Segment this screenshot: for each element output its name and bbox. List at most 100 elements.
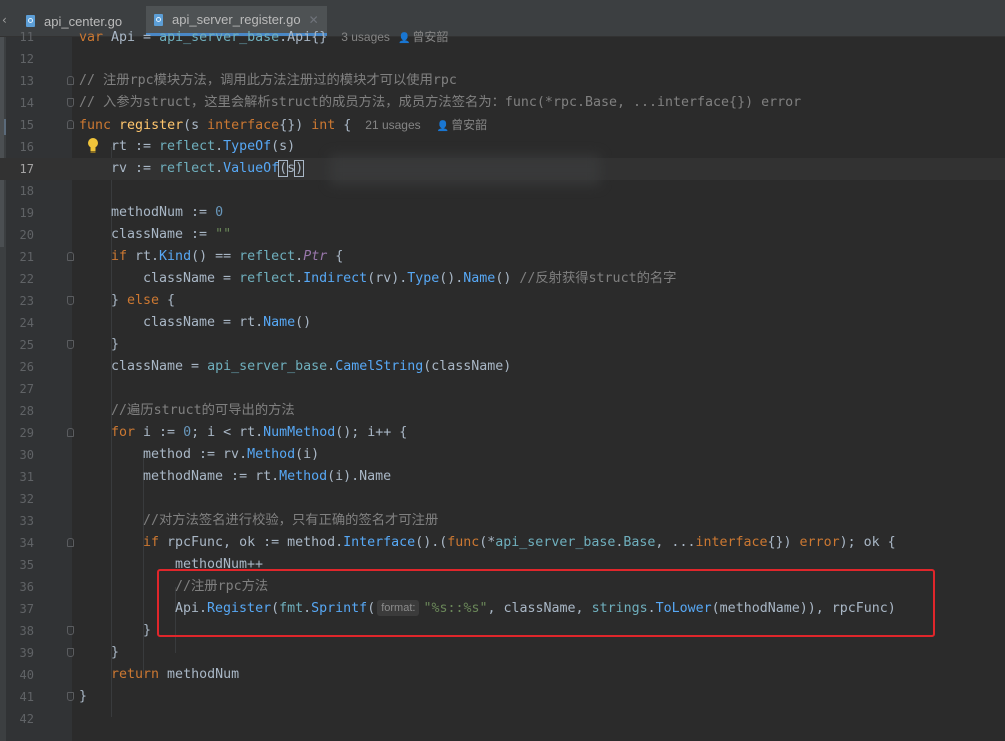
code-line[interactable]: 26 className = api_server_base.CamelStri… — [0, 356, 1005, 378]
code-text: methodName := rt.Method(i).Name — [143, 469, 392, 484]
fold-marker-icon[interactable] — [67, 340, 74, 349]
line-number: 30 — [19, 448, 34, 462]
line-number: 23 — [19, 294, 34, 308]
line-number: 42 — [19, 712, 34, 726]
code-line[interactable]: 27 — [0, 378, 1005, 400]
code-line[interactable]: 32 — [0, 488, 1005, 510]
code-editor[interactable]: 11 var Api = api_server_base.Api{} 3 usag… — [0, 30, 1005, 741]
code-comment: // 入参为struct，这里会解析struct的成员方法，成员方法签名为：fu… — [79, 95, 802, 110]
code-text: return methodNum — [111, 667, 240, 682]
line-number: 13 — [19, 74, 34, 88]
code-text: func register(s interface{}) int {21 usa… — [79, 118, 488, 133]
author-hint: 曾安韶 — [451, 118, 488, 132]
code-line[interactable]: 21 if rt.Kind() == reflect.Ptr { — [0, 246, 1005, 268]
code-line[interactable]: 36 //注册rpc方法 — [0, 576, 1005, 598]
code-line[interactable]: 30 method := rv.Method(i) — [0, 444, 1005, 466]
line-number: 33 — [19, 514, 34, 528]
code-text: } — [79, 689, 88, 704]
usages-hint: 3 usages — [341, 30, 390, 44]
code-line[interactable]: 18 — [0, 180, 1005, 202]
line-number: 31 — [19, 470, 34, 484]
fold-marker-icon[interactable] — [67, 626, 74, 635]
line-number: 19 — [19, 206, 34, 220]
fold-marker-icon[interactable] — [67, 428, 74, 437]
code-line[interactable]: 11 var Api = api_server_base.Api{} 3 usag… — [0, 26, 1005, 48]
code-text: for i := 0; i < rt.NumMethod(); i++ { — [111, 425, 408, 440]
code-text: if rpcFunc, ok := method.Interface().(fu… — [143, 535, 896, 550]
code-line[interactable]: 12 — [0, 48, 1005, 70]
line-number: 22 — [19, 272, 34, 286]
code-line[interactable]: 33 //对方法签名进行校验，只有正确的签名才可注册 — [0, 510, 1005, 532]
code-text: rt := reflect.TypeOf(s) — [111, 139, 296, 154]
code-text: if rt.Kind() == reflect.Ptr { — [111, 249, 344, 264]
tab-scroll-left-icon[interactable]: ‹ — [2, 13, 7, 27]
code-line[interactable]: 24 className = rt.Name() — [0, 312, 1005, 334]
fold-marker-icon[interactable] — [67, 252, 74, 261]
code-line[interactable]: 41 } — [0, 686, 1005, 708]
line-number: 12 — [19, 52, 34, 66]
code-line[interactable]: 13 // 注册rpc模块方法，调用此方法注册过的模块才可以使用rpc — [0, 70, 1005, 92]
lightbulb-icon[interactable] — [87, 137, 99, 153]
line-number: 37 — [19, 602, 34, 616]
code-line[interactable]: 23 } else { — [0, 290, 1005, 312]
code-line[interactable]: 29 for i := 0; i < rt.NumMethod(); i++ { — [0, 422, 1005, 444]
line-number: 27 — [19, 382, 34, 396]
line-number: 41 — [19, 690, 34, 704]
line-number: 16 — [19, 140, 34, 154]
code-comment: //遍历struct的可导出的方法 — [111, 403, 295, 418]
code-line[interactable]: 35 methodNum++ — [0, 554, 1005, 576]
close-icon[interactable]: ✕ — [309, 13, 319, 27]
line-number: 32 — [19, 492, 34, 506]
line-number: 20 — [19, 228, 34, 242]
person-icon: 👤 — [397, 33, 411, 44]
code-line[interactable]: 40 return methodNum — [0, 664, 1005, 686]
line-number: 25 — [19, 338, 34, 352]
fold-marker-icon[interactable] — [67, 76, 74, 85]
code-line[interactable]: 19 methodNum := 0 — [0, 202, 1005, 224]
code-comment: // 注册rpc模块方法，调用此方法注册过的模块才可以使用rpc — [79, 73, 457, 88]
code-line[interactable]: 15 func register(s interface{}) int {21 … — [0, 114, 1005, 136]
line-number: 38 — [19, 624, 34, 638]
code-line[interactable]: 22 className = reflect.Indirect(rv).Type… — [0, 268, 1005, 290]
code-text: } else { — [111, 293, 176, 308]
line-number: 14 — [19, 96, 34, 110]
code-text: Api.Register(fmt.Sprintf(format: "%s::%s"… — [175, 600, 896, 616]
fold-marker-icon[interactable] — [67, 538, 74, 547]
code-text: var Api = api_server_base.Api{} 3 usages … — [79, 30, 449, 45]
line-number: 34 — [19, 536, 34, 550]
code-line[interactable]: 14 // 入参为struct，这里会解析struct的成员方法，成员方法签名为… — [0, 92, 1005, 114]
line-number: 28 — [19, 404, 34, 418]
code-line[interactable]: 20 className := "" — [0, 224, 1005, 246]
line-number: 35 — [19, 558, 34, 572]
usages-hint: 21 usages — [365, 118, 421, 132]
code-text: } — [143, 623, 152, 638]
fold-marker-icon[interactable] — [67, 692, 74, 701]
code-text: } — [111, 645, 120, 660]
code-line[interactable]: 25 } — [0, 334, 1005, 356]
fold-marker-icon[interactable] — [67, 296, 74, 305]
line-number: 40 — [19, 668, 34, 682]
code-line[interactable]: 28 //遍历struct的可导出的方法 — [0, 400, 1005, 422]
line-number: 24 — [19, 316, 34, 330]
tab-label: api_server_register.go — [172, 12, 301, 27]
person-icon: 👤 — [436, 121, 450, 132]
fold-marker-icon[interactable] — [67, 98, 74, 107]
code-line[interactable]: 38 } — [0, 620, 1005, 642]
line-number: 29 — [19, 426, 34, 440]
code-line[interactable]: 34 if rpcFunc, ok := method.Interface().… — [0, 532, 1005, 554]
code-text: methodNum++ — [175, 557, 264, 572]
author-hint: 曾安韶 — [412, 30, 449, 44]
line-number: 15 — [19, 118, 34, 132]
line-number: 39 — [19, 646, 34, 660]
code-text: className := "" — [111, 227, 232, 242]
fold-marker-icon[interactable] — [67, 120, 74, 129]
code-line[interactable]: 31 methodName := rt.Method(i).Name — [0, 466, 1005, 488]
code-text: methodNum := 0 — [111, 205, 224, 220]
line-number: 21 — [19, 250, 34, 264]
code-line[interactable]: 42 — [0, 708, 1005, 730]
code-line[interactable]: 37 Api.Register(fmt.Sprintf(format: "%s::… — [0, 598, 1005, 620]
line-number: 26 — [19, 360, 34, 374]
fold-marker-icon[interactable] — [67, 648, 74, 657]
code-line[interactable]: 39 } — [0, 642, 1005, 664]
code-text: rv := reflect.ValueOf(s) — [111, 160, 305, 177]
